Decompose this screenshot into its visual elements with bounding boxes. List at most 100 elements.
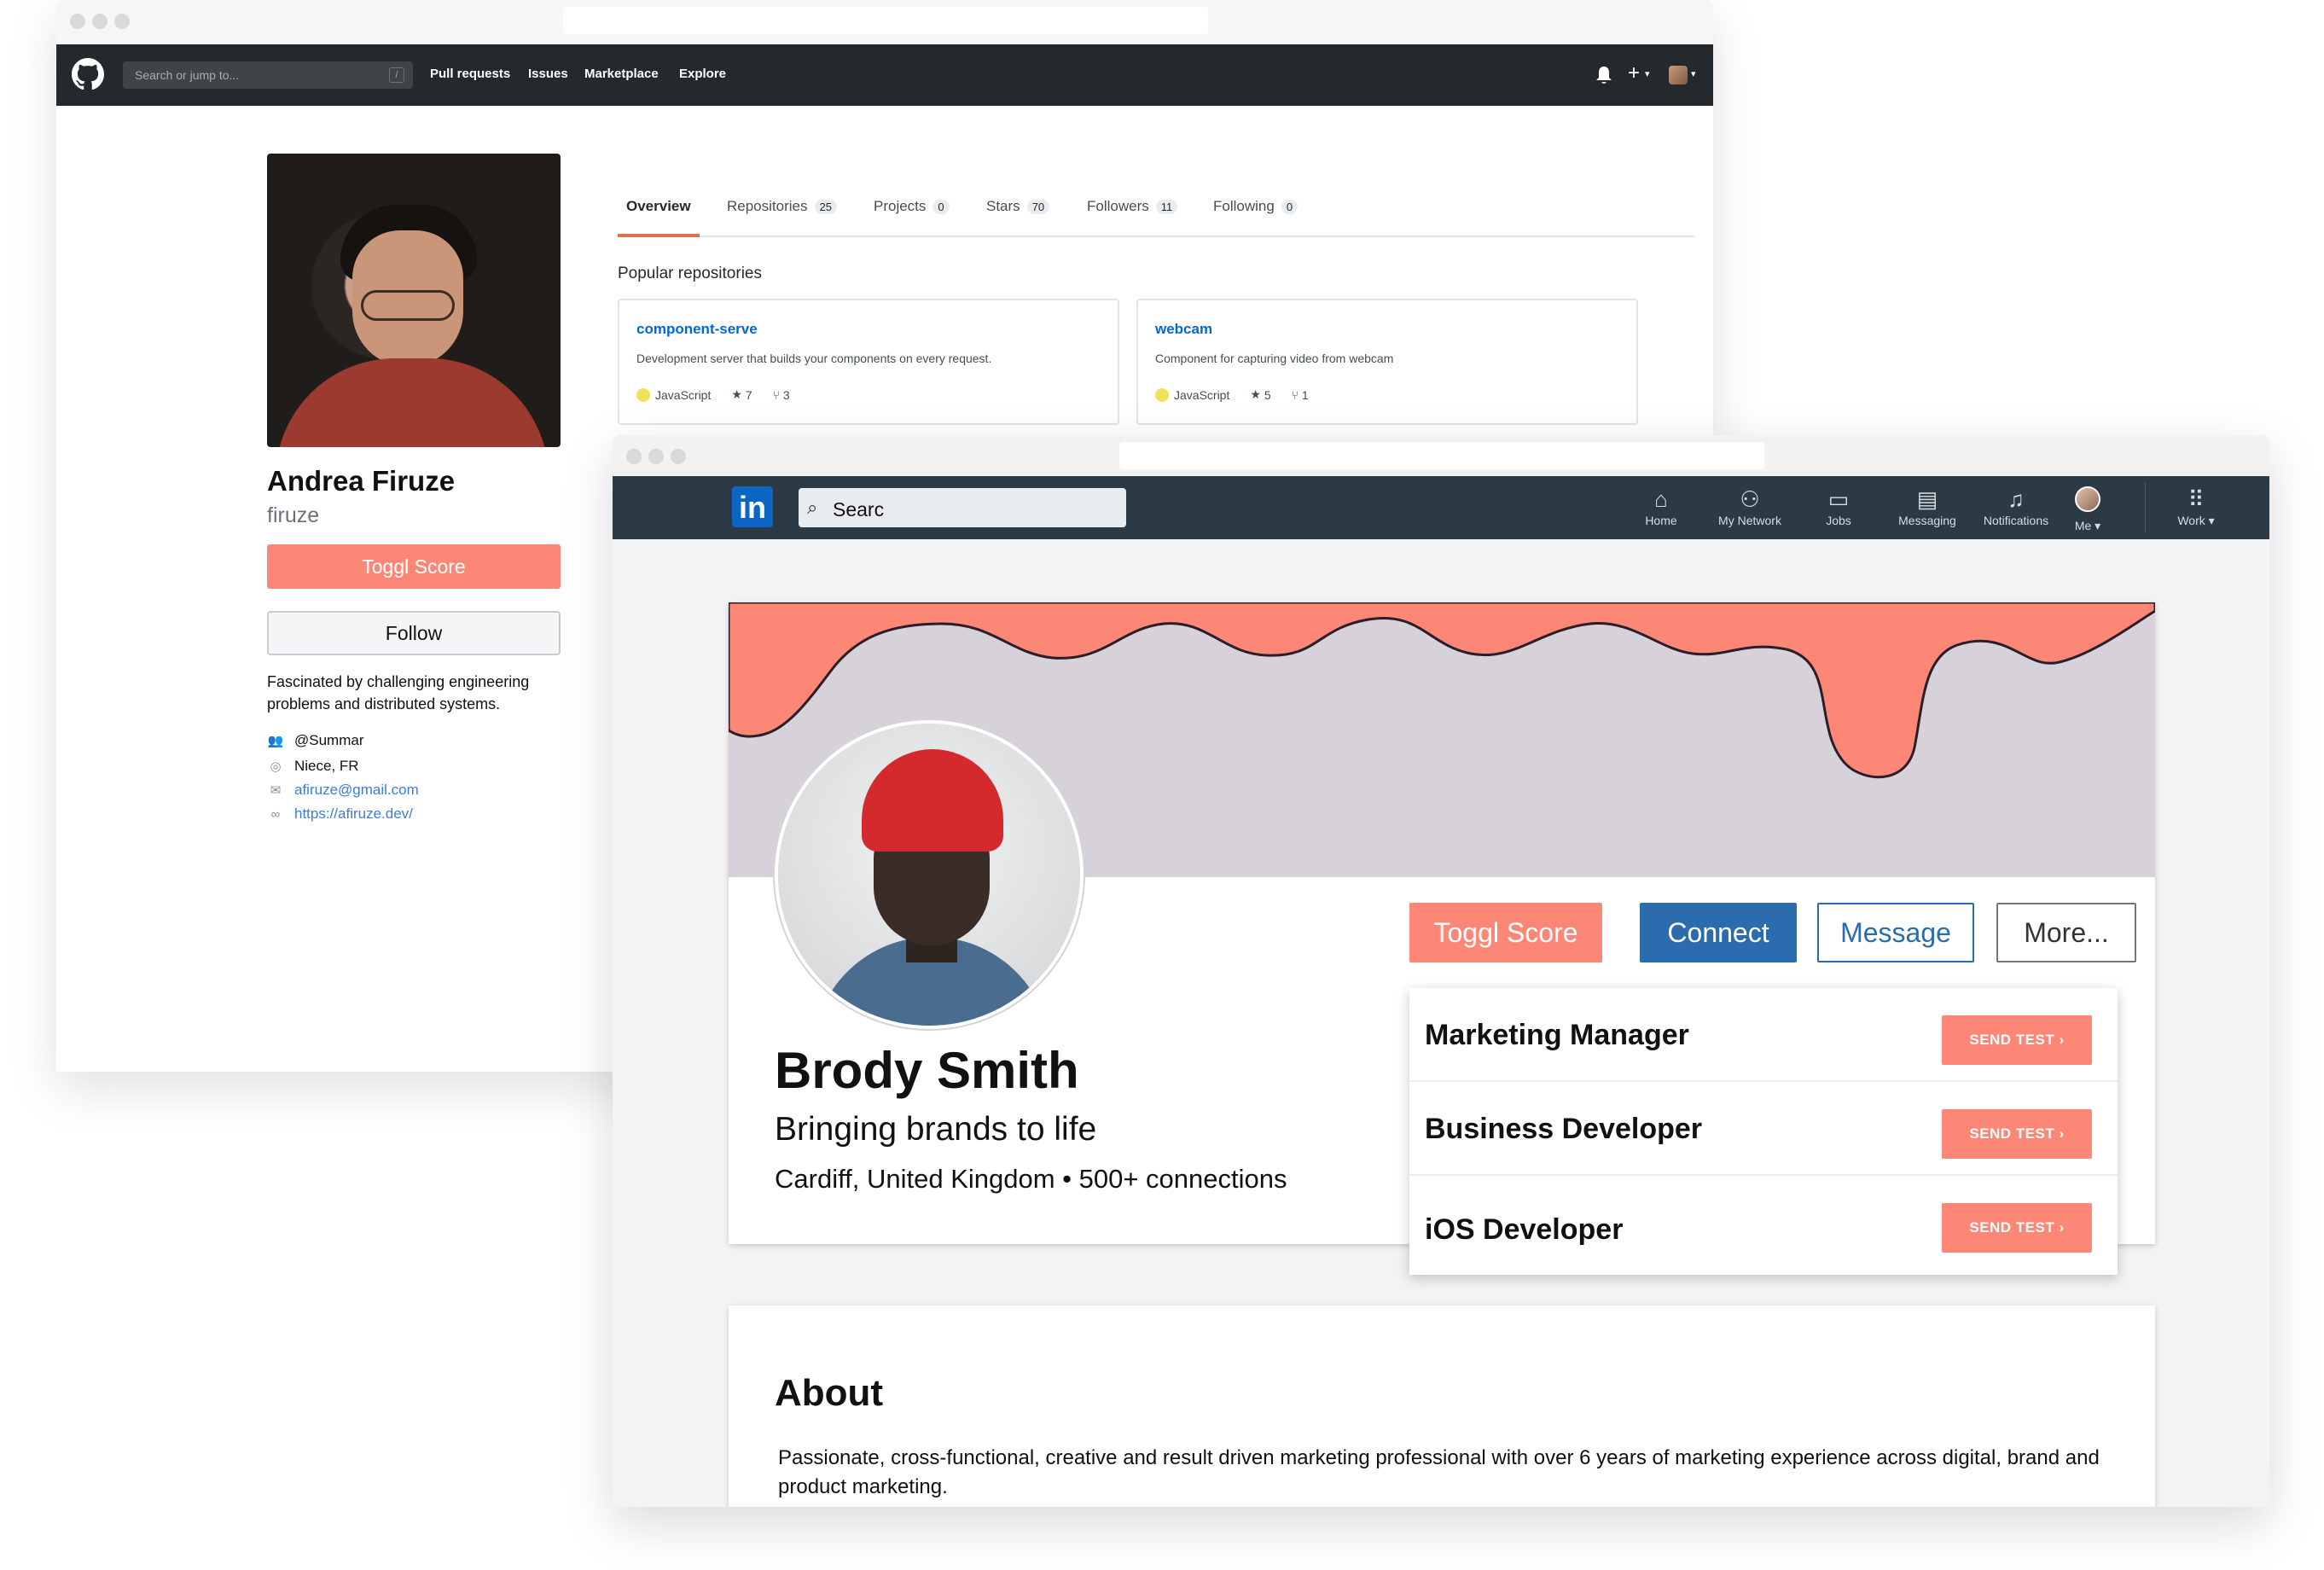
search-icon: ⌕ — [807, 497, 818, 518]
tab-count: 11 — [1155, 199, 1178, 214]
job-row: Business Developer SEND TEST › — [1409, 1082, 2118, 1176]
nav-marketplace[interactable]: Marketplace — [584, 67, 659, 81]
fork-icon: ⑂ — [1291, 387, 1299, 402]
tab-label: Stars — [986, 198, 1020, 214]
repo-name[interactable]: webcam — [1155, 321, 1212, 338]
nav-jobs[interactable]: ▭ Jobs — [1792, 486, 1885, 527]
nav-explore[interactable]: Explore — [679, 67, 726, 81]
repo-stars[interactable]: 5 — [1264, 388, 1271, 402]
link-icon: ∞ — [270, 806, 281, 822]
window-minimize-dot[interactable] — [92, 14, 107, 29]
repo-meta: JavaScript ★ 5 ⑂ 1 — [1155, 387, 1309, 402]
repo-forks[interactable]: 3 — [783, 388, 790, 402]
user-avatar[interactable] — [1669, 66, 1688, 84]
briefcase-icon: ▭ — [1827, 486, 1850, 512]
nav-home[interactable]: ⌂ Home — [1614, 486, 1708, 527]
github-logo-icon[interactable] — [72, 58, 104, 90]
search-value: Searc — [833, 498, 885, 520]
tab-followers[interactable]: Followers 11 — [1087, 198, 1178, 215]
email-link[interactable]: afiruze@gmail.com — [294, 782, 419, 799]
tab-repositories[interactable]: Repositories 25 — [727, 198, 837, 215]
location-pin-icon: ◎ — [270, 759, 282, 774]
toggl-jobs-dropdown: Marketing Manager SEND TEST › Business D… — [1409, 988, 2118, 1275]
job-title: Business Developer — [1425, 1113, 1703, 1145]
nav-messaging[interactable]: ▤ Messaging — [1880, 486, 1974, 527]
profile-headline: Bringing brands to life — [775, 1111, 1097, 1148]
job-title: iOS Developer — [1425, 1213, 1624, 1246]
tab-overview[interactable]: Overview — [626, 198, 691, 215]
linkedin-window: in ⌕ Searc ⌂ Home ⚇ My Network ▭ Jobs ▤ … — [613, 435, 2269, 1507]
tab-label: Following — [1213, 198, 1275, 214]
toggl-score-button[interactable]: Toggl Score — [1409, 903, 1602, 962]
window-minimize-dot[interactable] — [648, 449, 664, 464]
tab-count: 0 — [1281, 199, 1299, 214]
nav-label: Me — [2074, 519, 2092, 532]
nav-issues[interactable]: Issues — [528, 67, 568, 81]
nav-label: Home — [1645, 514, 1677, 527]
job-title: Marketing Manager — [1425, 1019, 1689, 1051]
bell-icon[interactable] — [1595, 66, 1612, 84]
profile-website: ∞ https://afiruze.dev/ — [267, 805, 413, 823]
github-search-input[interactable]: Search or jump to... / — [123, 61, 413, 89]
tab-projects[interactable]: Projects 0 — [874, 198, 950, 215]
nav-me[interactable]: Me ▾ — [2049, 486, 2126, 533]
github-browser-chrome — [56, 0, 1713, 44]
window-maximize-dot[interactable] — [114, 14, 130, 29]
send-test-button[interactable]: SEND TEST › — [1942, 1015, 2092, 1065]
repo-stars[interactable]: 7 — [746, 388, 752, 402]
star-icon: ★ — [731, 387, 742, 401]
linkedin-logo-icon[interactable]: in — [732, 486, 773, 527]
send-test-button[interactable]: SEND TEST › — [1942, 1203, 2092, 1253]
active-tab-underline — [618, 234, 700, 237]
toggl-score-button[interactable]: Toggl Score — [267, 544, 561, 589]
profile-username: firuze — [267, 503, 320, 527]
connect-button[interactable]: Connect — [1640, 903, 1797, 962]
more-button[interactable]: More... — [1996, 903, 2136, 962]
repo-description: Development server that builds your comp… — [636, 352, 992, 365]
job-row: Marketing Manager SEND TEST › — [1409, 988, 2118, 1082]
linkedin-search-input[interactable]: ⌕ Searc — [799, 488, 1126, 527]
profile-photo[interactable] — [775, 720, 1084, 1029]
address-bar[interactable] — [1119, 442, 1764, 469]
message-button[interactable]: Message — [1817, 903, 1974, 962]
people-icon: 👥 — [267, 734, 284, 748]
nav-pull-requests[interactable]: Pull requests — [430, 67, 510, 81]
repo-meta: JavaScript ★ 7 ⑂ 3 — [636, 387, 790, 402]
tab-following[interactable]: Following 0 — [1213, 198, 1299, 215]
tab-stars[interactable]: Stars 70 — [986, 198, 1050, 215]
nav-work[interactable]: ⠿ Work ▾ — [2153, 486, 2239, 528]
github-header: Search or jump to... / Pull requests Iss… — [56, 44, 1713, 106]
window-close-dot[interactable] — [70, 14, 85, 29]
repo-name[interactable]: component-serve — [636, 321, 758, 338]
stage: Search or jump to... / Pull requests Iss… — [0, 0, 2324, 1570]
repo-forks[interactable]: 1 — [1302, 388, 1309, 402]
send-test-button[interactable]: SEND TEST › — [1942, 1109, 2092, 1159]
chevron-down-icon: ▾ — [2095, 519, 2101, 532]
address-bar[interactable] — [563, 7, 1208, 34]
search-placeholder: Search or jump to... — [135, 68, 240, 82]
grid-icon: ⠿ — [2187, 486, 2205, 512]
search-shortcut-key: / — [389, 67, 404, 83]
tab-label: Projects — [874, 198, 927, 214]
messaging-icon: ▤ — [1916, 486, 1938, 512]
window-close-dot[interactable] — [626, 449, 642, 464]
profile-organization: 👥 @Summar — [267, 732, 364, 749]
chevron-down-icon[interactable]: ▾ — [1645, 68, 1650, 79]
repo-card[interactable]: webcam Component for capturing video fro… — [1136, 299, 1638, 425]
about-card: About Passionate, cross-functional, crea… — [729, 1305, 2155, 1507]
repo-language: JavaScript — [1174, 387, 1230, 402]
window-maximize-dot[interactable] — [671, 449, 686, 464]
create-new-plus-icon[interactable]: + — [1628, 61, 1640, 85]
nav-my-network[interactable]: ⚇ My Network — [1703, 486, 1797, 527]
fork-icon: ⑂ — [772, 387, 781, 402]
repo-card[interactable]: component-serve Development server that … — [618, 299, 1119, 425]
profile-name: Brody Smith — [775, 1042, 1079, 1099]
mail-icon: ✉ — [270, 783, 282, 798]
website-link[interactable]: https://afiruze.dev/ — [294, 805, 413, 823]
chevron-down-icon[interactable]: ▾ — [1691, 68, 1696, 79]
location-text: Niece, FR — [294, 758, 359, 774]
profile-bio: Fascinated by challenging engineering pr… — [267, 673, 530, 712]
follow-button[interactable]: Follow — [267, 611, 561, 655]
nav-label: Jobs — [1826, 514, 1851, 527]
job-row: iOS Developer SEND TEST › — [1409, 1176, 2118, 1275]
